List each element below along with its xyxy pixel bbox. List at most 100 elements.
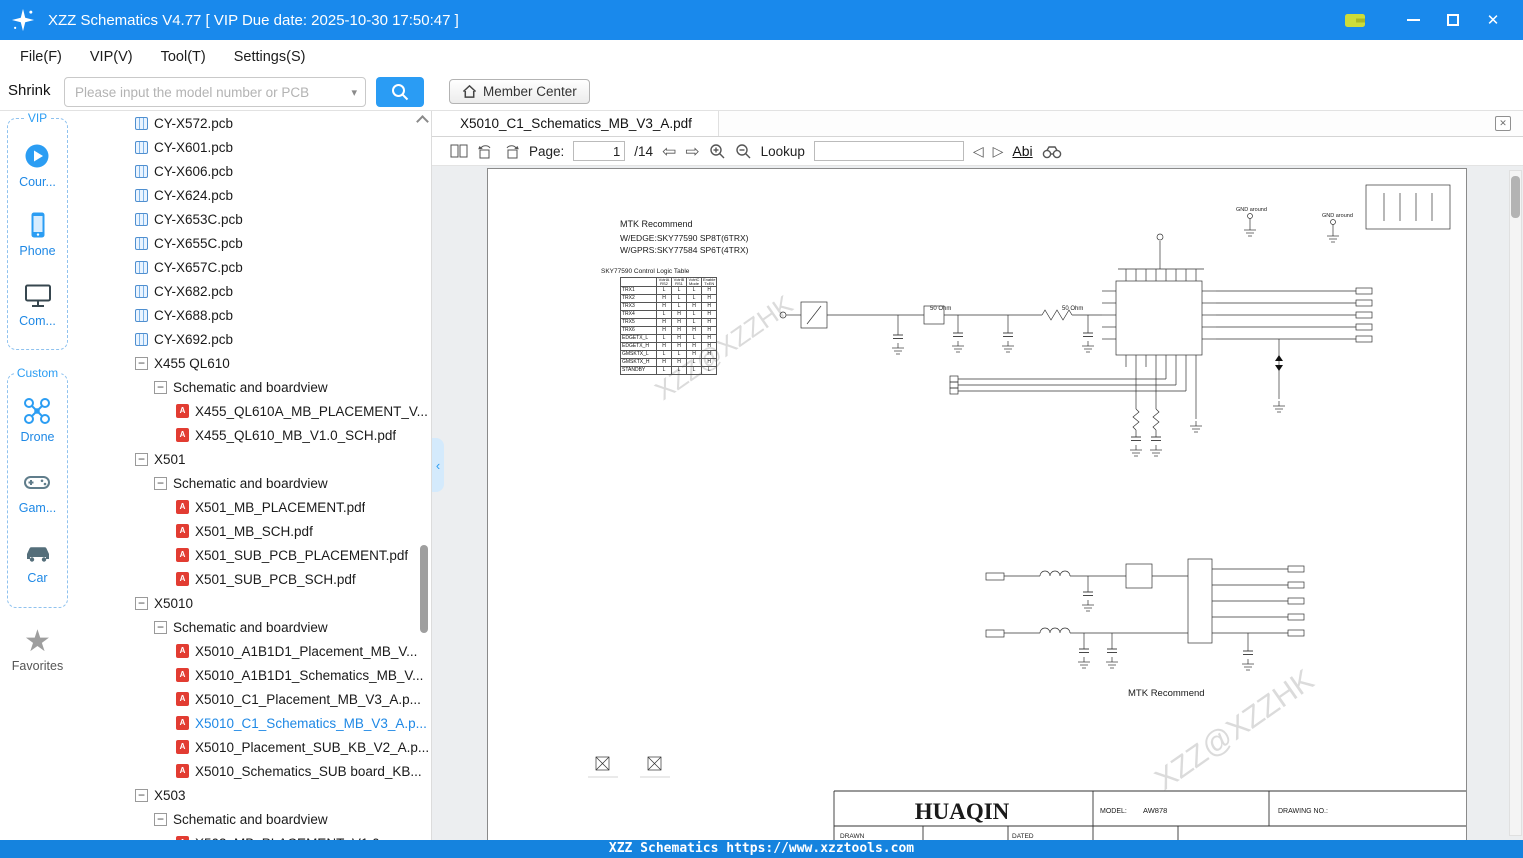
- svg-text:MTK Recommend: MTK Recommend: [620, 219, 693, 229]
- tree-item[interactable]: CY-X572.pcb: [75, 111, 431, 135]
- page-number-input[interactable]: [573, 141, 625, 161]
- sidebar-item-car[interactable]: Car: [23, 537, 53, 585]
- tree-item[interactable]: CY-X624.pcb: [75, 183, 431, 207]
- tree-item[interactable]: −X503: [75, 783, 431, 807]
- rotate-right-icon[interactable]: [503, 143, 520, 159]
- sidebar-item-phone[interactable]: Phone: [19, 210, 55, 258]
- sidebar-item-drone[interactable]: Drone: [20, 396, 54, 444]
- tree-item[interactable]: AX5010_A1B1D1_Schematics_MB_V...: [75, 663, 431, 687]
- find-previous-icon[interactable]: ◁: [973, 144, 984, 158]
- tree-item[interactable]: CY-X688.pcb: [75, 303, 431, 327]
- tree-item[interactable]: AX455_QL610_MB_V1.0_SCH.pdf: [75, 423, 431, 447]
- tree-item-label: CY-X682.pcb: [154, 284, 233, 299]
- model-search-input[interactable]: [65, 85, 351, 100]
- tree-scrollbar-thumb[interactable]: [420, 545, 428, 633]
- find-next-icon[interactable]: ▷: [993, 144, 1004, 158]
- collapse-minus-icon[interactable]: −: [154, 477, 167, 490]
- collapse-minus-icon[interactable]: −: [135, 789, 148, 802]
- menu-item-tool[interactable]: Tool(T): [147, 49, 220, 65]
- two-page-view-icon[interactable]: [450, 143, 468, 159]
- lookup-label: Lookup: [761, 144, 805, 159]
- collapse-minus-icon[interactable]: −: [154, 813, 167, 826]
- vip-group: VIP Cour... Phone Com...: [7, 118, 68, 350]
- previous-page-icon[interactable]: ⇦: [662, 143, 676, 160]
- tree-item[interactable]: CY-X601.pcb: [75, 135, 431, 159]
- tree-item-label: X455 QL610: [154, 356, 230, 371]
- tree-item[interactable]: AX501_SUB_PCB_SCH.pdf: [75, 567, 431, 591]
- tree-item[interactable]: CY-X682.pcb: [75, 279, 431, 303]
- zoom-out-icon[interactable]: [735, 143, 752, 160]
- sidebar-item-course[interactable]: Cour...: [19, 141, 56, 189]
- pdf-file-icon: A: [176, 404, 189, 418]
- tree-item-label: CY-X624.pcb: [154, 188, 233, 203]
- tree-item[interactable]: CY-X653C.pcb: [75, 207, 431, 231]
- sidebar-item-label: Drone: [20, 430, 54, 444]
- tree-item[interactable]: CY-X657C.pcb: [75, 255, 431, 279]
- tree-item[interactable]: AX5010_C1_Schematics_MB_V3_A.p...: [75, 711, 431, 735]
- logic-table: VctrlA RS2VctrlB RS1VctrlC ModeEnable Tx…: [620, 277, 717, 375]
- tree-item[interactable]: AX5010_Placement_SUB_KB_V2_A.p...: [75, 735, 431, 759]
- tree-item[interactable]: −Schematic and boardview: [75, 471, 431, 495]
- tree-item[interactable]: AX503_MB_PLACEMENT_V1.0_...: [75, 831, 431, 840]
- svg-text:50 Ohm: 50 Ohm: [930, 306, 951, 312]
- zoom-in-icon[interactable]: [709, 143, 726, 160]
- document-tab[interactable]: X5010_C1_Schematics_MB_V3_A.pdf: [432, 111, 719, 136]
- tree-item-label: X5010: [154, 596, 193, 611]
- sidebar-item-label: Gam...: [19, 501, 57, 515]
- tree-item[interactable]: AX5010_A1B1D1_Placement_MB_V...: [75, 639, 431, 663]
- tree-item[interactable]: AX5010_C1_Placement_MB_V3_A.p...: [75, 687, 431, 711]
- maximize-button[interactable]: [1439, 6, 1467, 34]
- tree-item[interactable]: AX455_QL610A_MB_PLACEMENT_V...: [75, 399, 431, 423]
- tree-item[interactable]: −Schematic and boardview: [75, 375, 431, 399]
- collapse-minus-icon[interactable]: −: [154, 381, 167, 394]
- menu-item-file[interactable]: File(F): [6, 49, 76, 65]
- tree-item[interactable]: AX5010_Schematics_SUB board_KB...: [75, 759, 431, 783]
- tree-item[interactable]: CY-X655C.pcb: [75, 231, 431, 255]
- close-button[interactable]: ✕: [1479, 6, 1507, 34]
- menu-item-vip[interactable]: VIP(V): [76, 49, 147, 65]
- tree-item[interactable]: AX501_MB_PLACEMENT.pdf: [75, 495, 431, 519]
- panel-collapse-handle[interactable]: ‹: [432, 438, 444, 492]
- collapse-minus-icon[interactable]: −: [135, 597, 148, 610]
- chevron-down-icon[interactable]: ▾: [351, 86, 365, 99]
- computer-icon: [23, 280, 53, 310]
- tree-item[interactable]: −Schematic and boardview: [75, 807, 431, 831]
- tree-item-label: X501: [154, 452, 186, 467]
- tree-item-label: CY-X601.pcb: [154, 140, 233, 155]
- viewer-scrollbar-thumb[interactable]: [1511, 176, 1520, 218]
- sidebar-item-favorites[interactable]: ★ Favorites: [0, 627, 75, 675]
- rotate-left-icon[interactable]: [477, 143, 494, 159]
- collapse-minus-icon[interactable]: −: [135, 453, 148, 466]
- tree-item[interactable]: −X455 QL610: [75, 351, 431, 375]
- member-center-button[interactable]: Member Center: [449, 79, 590, 104]
- tree-item[interactable]: CY-X692.pcb: [75, 327, 431, 351]
- sidebar-item-game[interactable]: Gam...: [19, 467, 57, 515]
- page-label: Page:: [529, 144, 564, 159]
- tree-item[interactable]: −Schematic and boardview: [75, 615, 431, 639]
- close-document-icon[interactable]: ✕: [1495, 116, 1511, 131]
- menu-item-settings[interactable]: Settings(S): [220, 49, 320, 65]
- tree-item[interactable]: −X5010: [75, 591, 431, 615]
- shrink-button[interactable]: Shrink: [8, 82, 51, 99]
- collapse-minus-icon[interactable]: −: [154, 621, 167, 634]
- binoculars-icon[interactable]: [1042, 144, 1062, 159]
- pdf-canvas: XZZ@XZZHK XZZ@XZZHK MTK Recommend W/EDGE…: [432, 166, 1523, 840]
- sidebar-item-computer[interactable]: Com...: [19, 280, 56, 328]
- viewer-scrollbar[interactable]: [1509, 170, 1522, 836]
- vip-group-label: VIP: [25, 111, 50, 125]
- vip-card-icon[interactable]: [1341, 6, 1369, 34]
- pcb-file-icon: [135, 309, 148, 322]
- lookup-input[interactable]: [814, 141, 964, 161]
- search-button[interactable]: [376, 77, 424, 107]
- next-page-icon[interactable]: ⇨: [685, 143, 699, 160]
- match-case-button[interactable]: Abi: [1012, 143, 1032, 159]
- page-total: /14: [634, 144, 653, 159]
- tree-item[interactable]: −X501: [75, 447, 431, 471]
- tree-item[interactable]: CY-X606.pcb: [75, 159, 431, 183]
- collapse-minus-icon[interactable]: −: [135, 357, 148, 370]
- minimize-button[interactable]: [1399, 6, 1427, 34]
- tree-item[interactable]: AX501_MB_SCH.pdf: [75, 519, 431, 543]
- tree-item[interactable]: AX501_SUB_PCB_PLACEMENT.pdf: [75, 543, 431, 567]
- svg-text:MODEL:: MODEL:: [1100, 808, 1127, 815]
- pdf-file-icon: A: [176, 548, 189, 562]
